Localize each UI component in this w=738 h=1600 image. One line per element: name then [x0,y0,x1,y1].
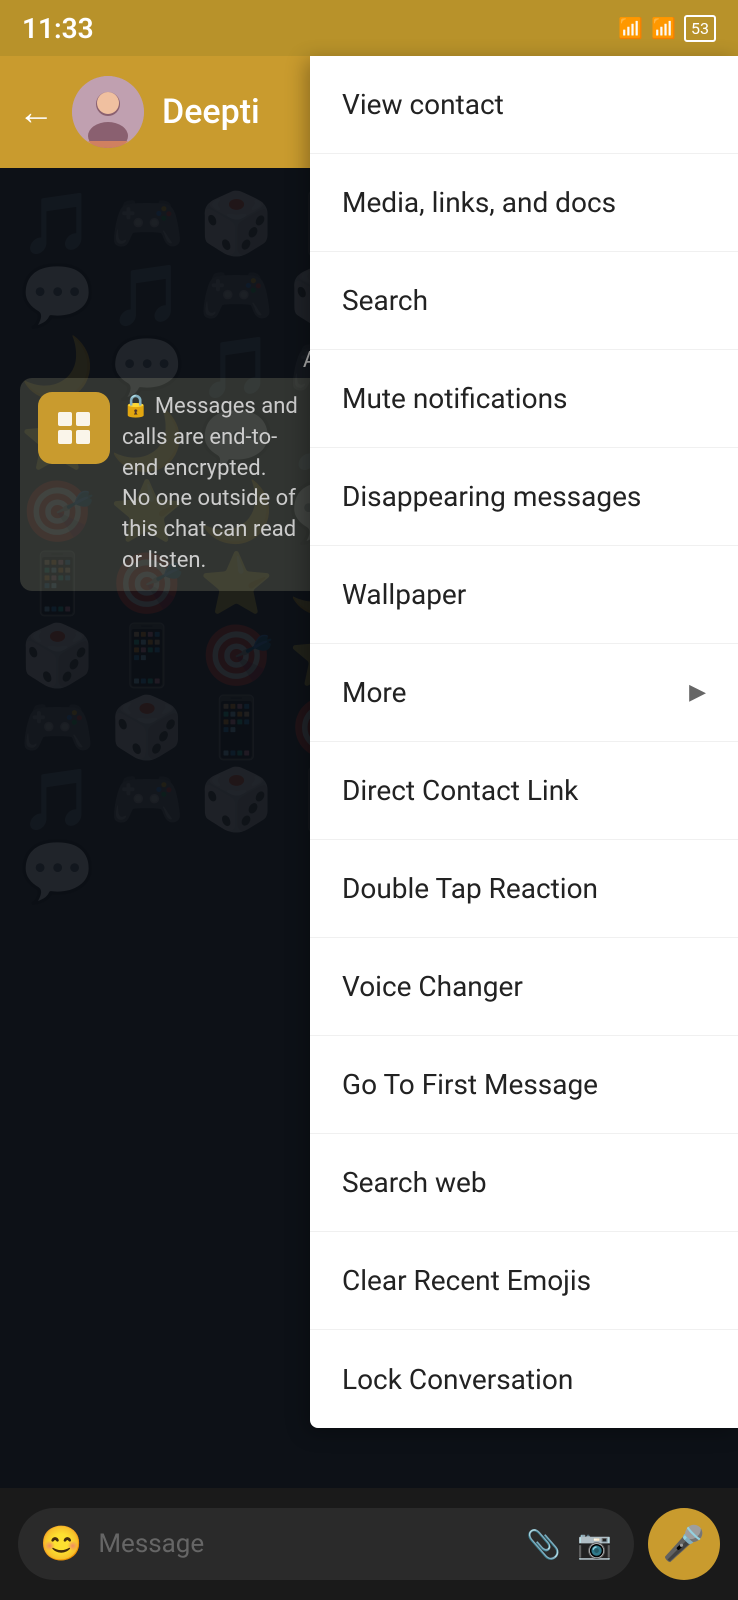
menu-label-voice-changer: Voice Changer [342,970,523,1003]
wifi-icon: 📶 [618,16,643,40]
menu-item-more[interactable]: More ▶ [310,644,738,742]
menu-item-lock-conversation[interactable]: Lock Conversation [310,1330,738,1428]
message-input-container: 😊 Message 📎 📷 [18,1508,634,1580]
message-placeholder[interactable]: Message [98,1529,510,1559]
menu-item-double-tap-reaction[interactable]: Double Tap Reaction [310,840,738,938]
battery-indicator: 53 [684,15,716,42]
menu-label-direct-contact-link: Direct Contact Link [342,774,578,807]
menu-item-wallpaper[interactable]: Wallpaper [310,546,738,644]
menu-item-media-links-docs[interactable]: Media, links, and docs [310,154,738,252]
menu-label-media-links-docs: Media, links, and docs [342,186,616,219]
menu-item-search[interactable]: Search [310,252,738,350]
camera-button[interactable]: 📷 [577,1528,612,1561]
status-bar: 11:33 📶 📶 53 [0,0,738,56]
menu-label-more: More [342,676,407,709]
menu-item-clear-recent-emojis[interactable]: Clear Recent Emojis [310,1232,738,1330]
menu-label-view-contact: View contact [342,88,504,121]
menu-label-clear-recent-emojis: Clear Recent Emojis [342,1264,591,1297]
mic-button[interactable]: 🎤 [648,1508,720,1580]
encryption-notice: 🔒 Messages and calls are end-to-end encr… [20,378,330,591]
menu-item-voice-changer[interactable]: Voice Changer [310,938,738,1036]
encryption-icon [38,392,110,464]
menu-label-mute-notifications: Mute notifications [342,382,568,415]
menu-label-disappearing-messages: Disappearing messages [342,480,641,513]
menu-label-double-tap-reaction: Double Tap Reaction [342,872,598,905]
dropdown-menu: View contact Media, links, and docs Search… [310,56,738,1428]
menu-label-lock-conversation: Lock Conversation [342,1363,573,1396]
menu-item-direct-contact-link[interactable]: Direct Contact Link [310,742,738,840]
encryption-text: 🔒 Messages and calls are end-to-end encr… [122,392,312,577]
status-time: 11:33 [22,12,94,45]
menu-arrow-more: ▶ [689,680,706,705]
mic-icon: 🎤 [663,1524,705,1564]
emoji-button[interactable]: 😊 [40,1524,82,1564]
back-button[interactable]: ← [18,91,54,133]
input-bar: 😊 Message 📎 📷 🎤 [0,1488,738,1600]
menu-label-search-web: Search web [342,1166,487,1199]
menu-label-go-to-first-message: Go To First Message [342,1068,598,1101]
menu-item-go-to-first-message[interactable]: Go To First Message [310,1036,738,1134]
status-icons: 📶 📶 53 [618,15,716,42]
menu-item-view-contact[interactable]: View contact [310,56,738,154]
signal-icon: 📶 [651,16,676,40]
menu-item-mute-notifications[interactable]: Mute notifications [310,350,738,448]
menu-item-search-web[interactable]: Search web [310,1134,738,1232]
menu-item-disappearing-messages[interactable]: Disappearing messages [310,448,738,546]
attachment-button[interactable]: 📎 [526,1528,561,1561]
menu-label-wallpaper: Wallpaper [342,578,466,611]
avatar [72,76,144,148]
menu-label-search: Search [342,284,428,317]
